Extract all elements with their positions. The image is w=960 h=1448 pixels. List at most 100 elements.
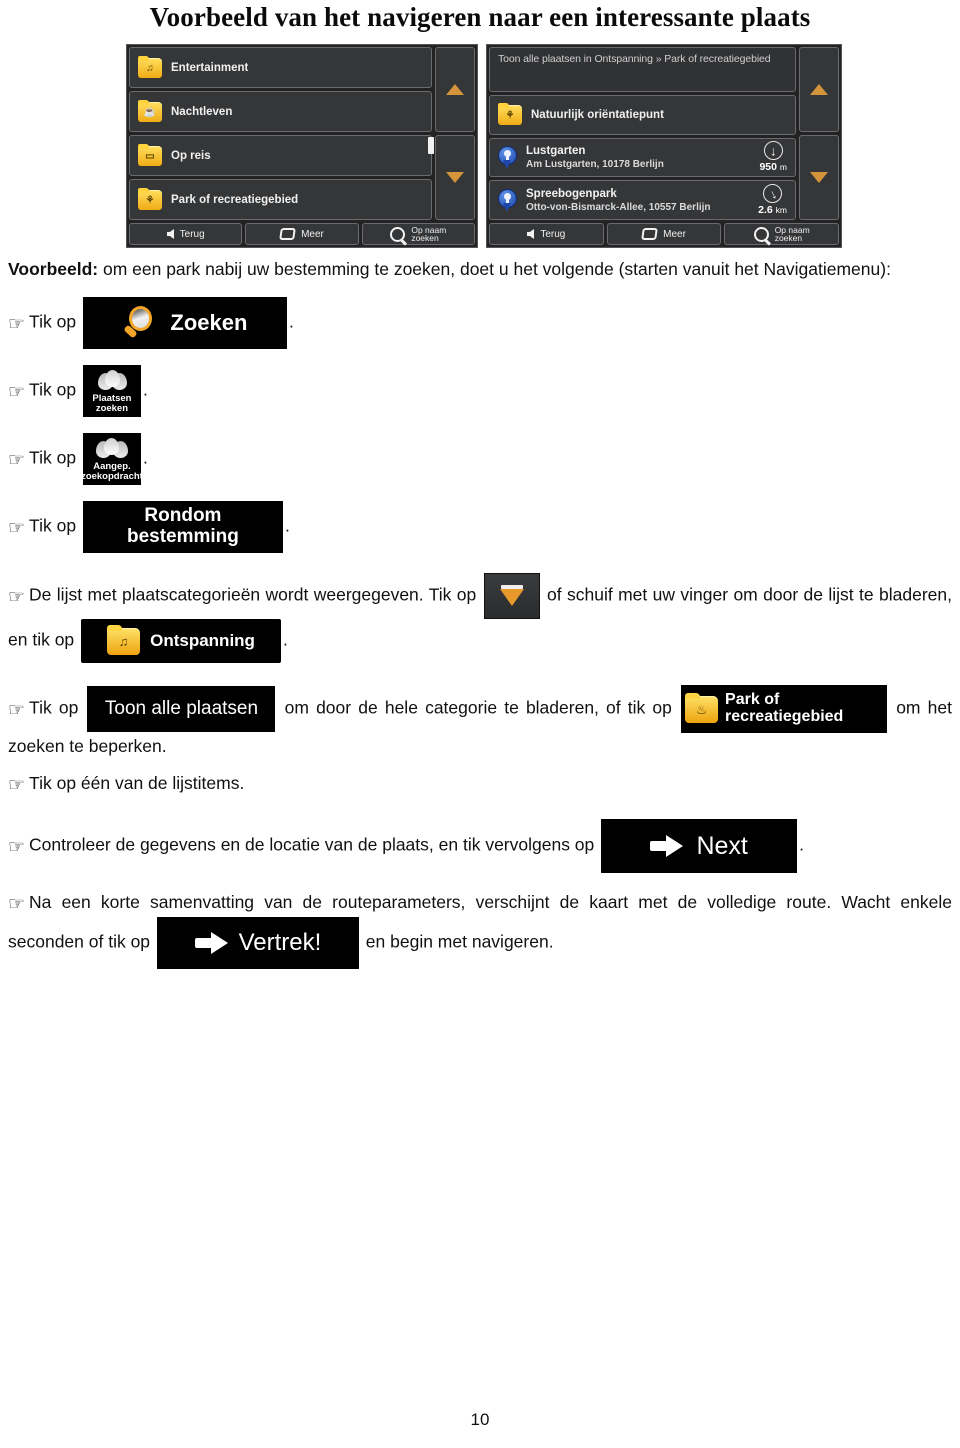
scroll-up-button[interactable] xyxy=(435,47,475,132)
step-tap-list-item: ☞ Tik op één van de lijstitems. xyxy=(8,770,952,797)
search-by-name-button[interactable]: Op naam zoeken xyxy=(361,223,475,245)
arrow-right-icon xyxy=(650,835,684,858)
aangepaste-zoekopdracht-button[interactable]: Aangep. zoekopdracht xyxy=(82,433,141,486)
page-title: Voorbeeld van het navigeren naar een int… xyxy=(149,2,811,32)
intro-paragraph: Voorbeeld: om een park nabij uw bestemmi… xyxy=(8,256,952,283)
category-row-nachtleven[interactable]: ☕ Nachtleven xyxy=(129,91,432,132)
left-screen-body: ♫ Entertainment ☕ Nachtleven ▭ Op reis ⚘… xyxy=(129,47,475,220)
left-bottom-bar: Terug Meer Op naam zoeken xyxy=(129,223,475,245)
step-suffix: . xyxy=(288,311,294,332)
scroll-down-button[interactable] xyxy=(435,135,475,220)
result-text: Lustgarten Am Lustgarten, 10178 Berlijn xyxy=(526,145,746,170)
back-button-label: Terug xyxy=(179,228,205,240)
folder-park-icon: ♨ xyxy=(685,692,719,723)
scroll-up-arrow-icon xyxy=(810,84,828,95)
step-browse-category: ☞ Tik op Toon alle plaatsen om door de he… xyxy=(8,685,952,760)
park-of-recreatiegebied-button-label: Park of recreatiegebied xyxy=(725,691,844,726)
more-icon xyxy=(279,228,296,240)
direction-arrow-icon: ↓ xyxy=(763,184,783,204)
step-suffix: . xyxy=(284,515,290,536)
scroll-down-button[interactable] xyxy=(799,135,839,220)
toon-alle-plaatsen-button-label: Toon alle plaatsen xyxy=(104,698,259,720)
zoeken-button-label: Zoeken xyxy=(170,310,248,336)
scrollbar-thumb[interactable] xyxy=(428,136,434,154)
pointing-hand-icon: ☞ xyxy=(8,517,26,539)
pointing-hand-icon: ☞ xyxy=(8,699,26,721)
result-name: Spreebogenpark xyxy=(526,187,617,200)
category-label: Park of recreatiegebied xyxy=(171,193,299,206)
magnifier-icon xyxy=(753,226,769,242)
category-row-entertainment[interactable]: ♫ Entertainment xyxy=(129,47,432,88)
left-category-list: ♫ Entertainment ☕ Nachtleven ▭ Op reis ⚘… xyxy=(129,47,432,220)
pointing-hand-icon: ☞ xyxy=(8,837,26,858)
down-triangle-icon xyxy=(499,584,525,608)
scroll-up-button[interactable] xyxy=(799,47,839,132)
step-prefix: Tik op xyxy=(29,379,77,400)
pointing-hand-icon: ☞ xyxy=(8,449,26,471)
more-button[interactable]: Meer xyxy=(245,223,359,245)
result-address: Am Lustgarten, 10178 Berlijn xyxy=(526,158,664,170)
right-scrollbar[interactable] xyxy=(799,47,839,220)
next-button[interactable]: Next xyxy=(601,819,798,874)
tap-item-text: Tik op één van de lijstitems. xyxy=(29,773,245,794)
map-pin-icon xyxy=(498,145,517,169)
magnifier-icon xyxy=(122,304,160,342)
rondom-bestemming-button-label: Rondom bestemming xyxy=(126,505,239,548)
step-suffix: . xyxy=(142,447,148,468)
ontspanning-button-label: Ontspanning xyxy=(150,630,255,650)
list-step-suffix: . xyxy=(283,629,288,650)
search-by-name-label: Op naam zoeken xyxy=(774,224,810,243)
vertrek-button[interactable]: Vertrek! xyxy=(156,916,359,969)
zoeken-button[interactable]: Zoeken xyxy=(82,297,287,350)
magnifier-icon xyxy=(390,226,406,242)
result-row-lustgarten[interactable]: Lustgarten Am Lustgarten, 10178 Berlijn … xyxy=(489,137,796,178)
step-aangepaste-zoekopdracht: ☞ Tik op Aangep. zoekopdracht . xyxy=(8,433,952,486)
park-of-recreatiegebied-button[interactable]: ♨ Park of recreatiegebied xyxy=(681,685,888,734)
subcategory-row-natuurlijk-orientatiepunt[interactable]: ⚘ Natuurlijk oriëntatiepunt xyxy=(489,94,796,135)
pointing-hand-icon: ☞ xyxy=(8,775,26,797)
pointing-hand-icon: ☞ xyxy=(8,313,26,335)
step-zoeken: ☞ Tik op Zoeken . xyxy=(8,297,952,350)
device-screenshots: ♫ Entertainment ☕ Nachtleven ▭ Op reis ⚘… xyxy=(126,44,842,248)
step-prefix: Tik op xyxy=(29,447,77,468)
arrow-left-icon xyxy=(527,229,535,239)
browse-step-part1: Tik op xyxy=(29,697,79,718)
step-rondom-bestemming: ☞ Tik op Rondom bestemming . xyxy=(8,501,952,554)
list-step-part1: De lijst met plaatscategorieën wordt wee… xyxy=(29,584,477,605)
arrow-left-icon xyxy=(166,229,174,239)
pointing-hand-icon: ☞ xyxy=(8,586,26,608)
category-row-op-reis[interactable]: ▭ Op reis xyxy=(129,135,432,176)
folder-travel-icon: ▭ xyxy=(138,143,162,166)
results-header: Toon alle plaatsen in Ontspanning » Park… xyxy=(489,47,796,92)
back-button[interactable]: Terug xyxy=(489,223,604,245)
pointing-hand-icon: ☞ xyxy=(8,381,26,403)
result-distance: 950 m xyxy=(759,161,787,174)
more-icon xyxy=(641,228,658,240)
result-distance-block: ↓ 2.6 km xyxy=(758,184,787,216)
browse-step-part2: om door de hele categorie te bladeren, o… xyxy=(284,697,672,718)
step-prefix: Tik op xyxy=(29,515,77,536)
scroll-down-arrow-icon xyxy=(446,172,464,183)
plaatsen-zoeken-button[interactable]: Plaatsen zoeken xyxy=(82,365,141,418)
page-number: 10 xyxy=(470,1410,490,1429)
search-by-name-button[interactable]: Op naam zoeken xyxy=(724,223,840,245)
left-scrollbar[interactable] xyxy=(428,47,475,220)
ontspanning-button[interactable]: ♫ Ontspanning xyxy=(81,619,282,664)
folder-nightlife-icon: ☕ xyxy=(138,99,162,122)
aangepaste-zoekopdracht-button-label: Aangep. zoekopdracht xyxy=(82,460,141,482)
instructions-body: Voorbeeld: om een park nabij uw bestemmi… xyxy=(8,256,952,975)
step-category-list: ☞ De lijst met plaatscategorieën wordt we… xyxy=(8,573,952,664)
plaatsen-zoeken-button-label: Plaatsen zoeken xyxy=(92,392,132,414)
more-button[interactable]: Meer xyxy=(606,223,722,245)
category-row-park-of-recreatiegebied[interactable]: ⚘ Park of recreatiegebied xyxy=(129,179,432,220)
toon-alle-plaatsen-button[interactable]: Toon alle plaatsen xyxy=(87,686,276,733)
category-label: Nachtleven xyxy=(171,105,233,118)
rondom-bestemming-button[interactable]: Rondom bestemming xyxy=(82,501,283,554)
back-button[interactable]: Terug xyxy=(129,223,243,245)
folder-park-icon: ⚘ xyxy=(138,187,162,210)
result-row-spreebogenpark[interactable]: Spreebogenpark Otto-von-Bismarck-Allee, … xyxy=(489,180,796,220)
check-step-part1: Controleer de gegevens en de locatie van… xyxy=(29,835,595,855)
scroll-down-button[interactable] xyxy=(483,573,540,620)
arrow-right-icon xyxy=(194,931,229,954)
pointing-hand-icon: ☞ xyxy=(8,894,26,916)
